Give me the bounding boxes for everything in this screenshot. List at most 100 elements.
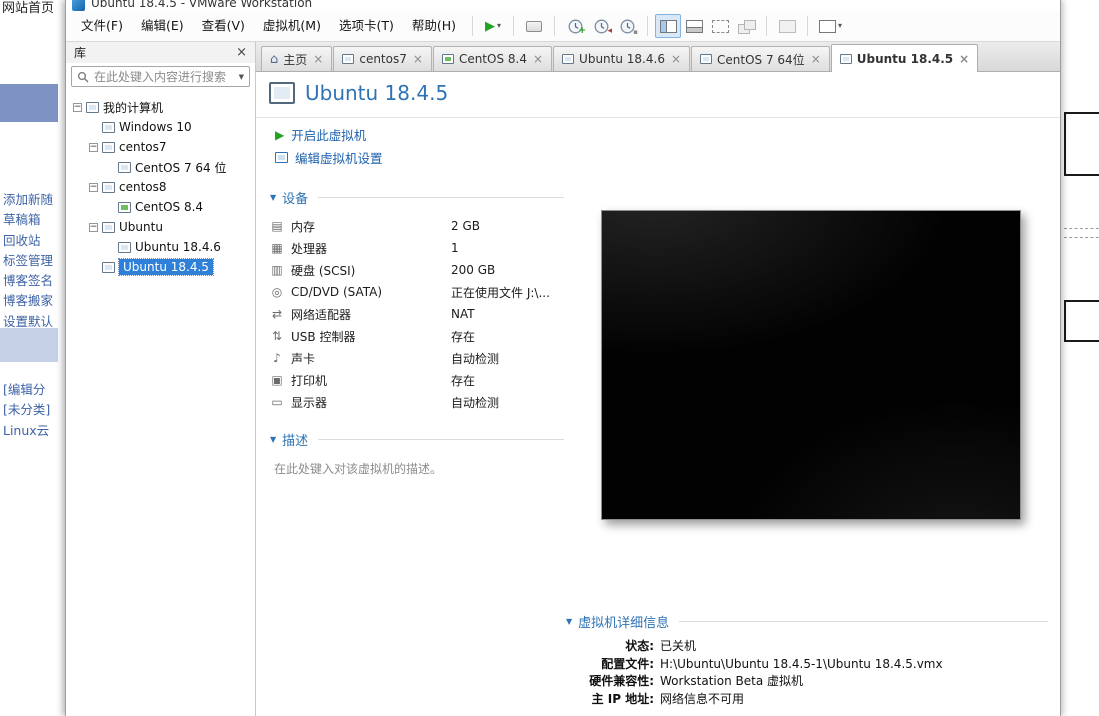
toolbar-separator: [472, 16, 474, 36]
unity-mode-icon: [737, 19, 756, 34]
console-button[interactable]: [774, 14, 800, 38]
close-tab-icon[interactable]: ×: [313, 52, 323, 66]
menu-file[interactable]: 文件(F): [72, 15, 132, 37]
device-row-sound[interactable]: ♪ 声卡 自动检测: [270, 347, 564, 369]
edit-vm-settings-link[interactable]: 编辑虚拟机设置: [275, 148, 383, 167]
ctrl-alt-del-button[interactable]: [521, 14, 547, 38]
device-row-network[interactable]: ⇄ 网络适配器 NAT: [270, 303, 564, 325]
tree-item-centos8[interactable]: − centos8: [66, 177, 255, 197]
vm-header: Ubuntu 18.4.5: [269, 81, 448, 105]
menu-view[interactable]: 查看(V): [193, 15, 254, 37]
tab-home[interactable]: ⌂ 主页 ×: [261, 46, 333, 71]
search-dropdown-icon[interactable]: ▼: [239, 73, 244, 81]
devices-section-header[interactable]: ▼ 设备: [270, 188, 564, 207]
tab-ubuntu-18-4-6[interactable]: Ubuntu 18.4.6 ×: [553, 46, 691, 71]
search-icon: [77, 71, 89, 82]
tree-item-ubuntu[interactable]: − Ubuntu: [66, 217, 255, 237]
background-link[interactable]: Linux云: [3, 420, 50, 440]
close-tab-icon[interactable]: ×: [959, 52, 969, 66]
vm-running-icon: [118, 201, 131, 213]
section-rule: [679, 621, 1048, 622]
content-area: ⌂ 主页 × centos7 × CentOS 8.4 × Ubuntu 18.…: [256, 42, 1060, 716]
tab-ubuntu-18-4-5[interactable]: Ubuntu 18.4.5 ×: [830, 44, 979, 72]
device-row-usb[interactable]: ⇅ USB 控制器 存在: [270, 325, 564, 347]
vm-icon: [102, 121, 115, 133]
background-link[interactable]: [未分类]: [3, 399, 50, 419]
description-section-header[interactable]: ▼ 描述: [270, 430, 564, 449]
details-section-header[interactable]: ▼ 虚拟机详细信息: [566, 612, 1048, 631]
background-link[interactable]: 博客搬家: [3, 290, 53, 310]
close-tab-icon[interactable]: ×: [413, 52, 423, 66]
snapshot-revert-button[interactable]: ◂: [588, 14, 614, 38]
device-row-printer[interactable]: ▣ 打印机 存在: [270, 369, 564, 391]
menu-tabs[interactable]: 选项卡(T): [330, 15, 403, 37]
background-home-link[interactable]: 网站首页: [2, 0, 54, 16]
vm-icon: [839, 53, 852, 64]
tree-item-centos-8-4[interactable]: CentOS 8.4: [66, 197, 255, 217]
device-row-processors[interactable]: ▦ 处理器 1: [270, 237, 564, 259]
close-library-icon[interactable]: ×: [236, 45, 247, 60]
power-on-vm-link[interactable]: ▶ 开启此虚拟机: [275, 125, 366, 144]
vm-screen-thumbnail[interactable]: [601, 210, 1021, 520]
device-row-display[interactable]: ▭ 显示器 自动检测: [270, 391, 564, 413]
play-icon: ▶: [485, 18, 495, 34]
background-link[interactable]: [编辑分: [3, 379, 50, 399]
device-row-memory[interactable]: ▤ 内存 2 GB: [270, 215, 564, 237]
vm-icon: [118, 161, 131, 173]
detail-row-state: 状态: 已关机: [625, 639, 697, 653]
menu-help[interactable]: 帮助(H): [403, 15, 465, 37]
close-tab-icon[interactable]: ×: [811, 52, 821, 66]
device-row-harddisk[interactable]: ▥ 硬盘 (SCSI) 200 GB: [270, 259, 564, 281]
window-titlebar[interactable]: Ubuntu 18.4.5 - VMware Workstation: [66, 0, 1060, 11]
unity-button[interactable]: [733, 14, 759, 38]
tab-centos-7-64[interactable]: CentOS 7 64位 ×: [691, 46, 830, 71]
background-link[interactable]: 博客签名: [3, 270, 53, 290]
vm-console-icon: [269, 82, 295, 104]
tab-centos-8-4[interactable]: CentOS 8.4 ×: [432, 46, 553, 71]
toggle-thumbnail-bar-button[interactable]: [681, 14, 707, 38]
library-panel: 库 × 在此处键入内容进行搜索 ▼ − 我的计算机 Windows 10 − c…: [66, 42, 256, 716]
tree-item-centos7[interactable]: − centos7: [66, 137, 255, 157]
background-link[interactable]: 回收站: [3, 230, 53, 250]
tree-item-ubuntu-18-4-6[interactable]: Ubuntu 18.4.6: [66, 237, 255, 257]
background-link[interactable]: 标签管理: [3, 250, 53, 270]
close-tab-icon[interactable]: ×: [533, 52, 543, 66]
collapse-icon[interactable]: −: [89, 182, 98, 192]
caret-down-icon: ▾: [838, 21, 843, 30]
detail-row-primary-ip: 主 IP 地址: 网络信息不可用: [591, 691, 745, 706]
toolbar-separator: [766, 16, 768, 36]
console-pane-icon: [778, 19, 796, 33]
snapshot-take-button[interactable]: +: [562, 14, 588, 38]
manager-badge-icon: ▪: [633, 28, 639, 36]
cd-dvd-icon: ◎: [271, 285, 283, 299]
description-section: ▼ 描述 在此处键入对该虚拟机的描述。: [270, 430, 564, 477]
background-link[interactable]: 添加新随: [3, 189, 53, 209]
tree-item-windows-10[interactable]: Windows 10: [66, 117, 255, 137]
fullscreen-button[interactable]: [707, 14, 733, 38]
description-placeholder[interactable]: 在此处键入对该虚拟机的描述。: [270, 460, 564, 477]
snapshot-manager-button[interactable]: ▪: [614, 14, 640, 38]
tree-item-centos-7-64[interactable]: CentOS 7 64 位: [66, 157, 255, 177]
close-tab-icon[interactable]: ×: [671, 52, 681, 66]
tab-centos7[interactable]: centos7 ×: [333, 46, 432, 71]
library-header: 库 ×: [66, 42, 255, 63]
toggle-library-button[interactable]: [655, 14, 682, 38]
window-title: Ubuntu 18.4.5 - VMware Workstation: [91, 0, 313, 10]
vm-icon: [342, 54, 355, 64]
menu-vm[interactable]: 虚拟机(M): [254, 15, 330, 37]
collapse-icon[interactable]: −: [89, 142, 98, 152]
power-on-toolbar-button[interactable]: ▶ ▾: [480, 14, 506, 38]
tree-item-my-computer[interactable]: − 我的计算机: [66, 97, 255, 117]
background-selected-nav-block[interactable]: [0, 84, 58, 122]
menu-edit[interactable]: 编辑(E): [132, 15, 193, 37]
device-row-cddvd[interactable]: ◎ CD/DVD (SATA) 正在使用文件 J:\...: [270, 281, 564, 303]
background-link[interactable]: 草稿箱: [3, 209, 53, 229]
device-list: ▤ 内存 2 GB ▦ 处理器 1 ▥ 硬盘 (SCSI) 200 GB ◎ C…: [270, 215, 564, 413]
library-search-input[interactable]: 在此处键入内容进行搜索 ▼: [71, 66, 250, 87]
vm-summary-page: Ubuntu 18.4.5 ▶ 开启此虚拟机 编辑虚拟机设置 ▼ 设备 ▤ 内存…: [256, 72, 1060, 716]
view-dropdown-button[interactable]: ▾: [815, 14, 846, 38]
revert-badge-icon: ◂: [607, 26, 613, 36]
collapse-icon[interactable]: −: [89, 222, 98, 232]
tree-item-ubuntu-18-4-5[interactable]: Ubuntu 18.4.5: [66, 257, 255, 277]
collapse-icon[interactable]: −: [73, 102, 82, 112]
